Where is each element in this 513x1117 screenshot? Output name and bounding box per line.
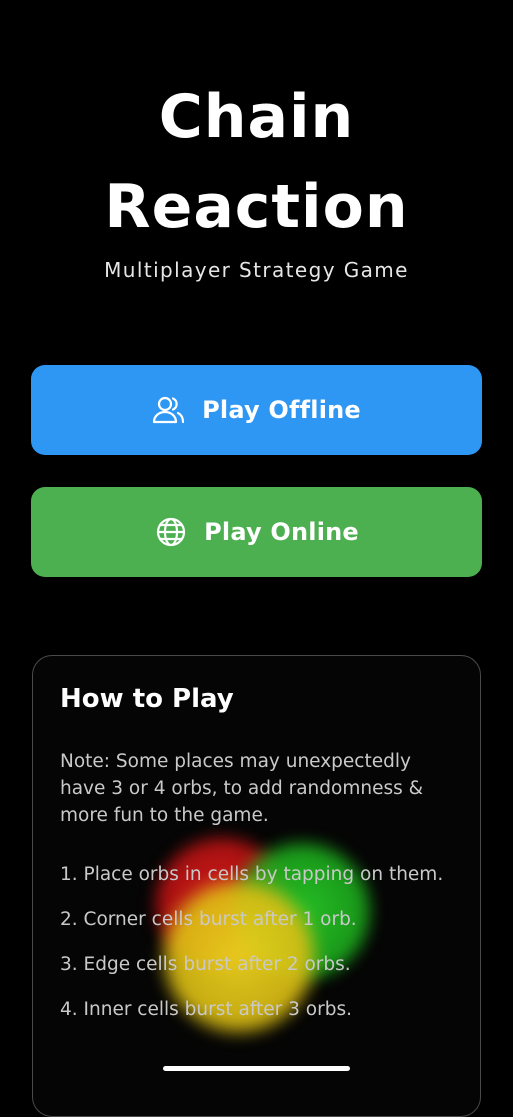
play-online-label: Play Online <box>204 518 359 546</box>
play-offline-label: Play Offline <box>202 396 361 424</box>
how-to-play-text: Note: Some places may unexpectedly have … <box>60 748 460 1041</box>
title-line-1: Chain <box>158 82 355 152</box>
globe-icon <box>154 515 188 549</box>
note-text: Note: Some places may unexpectedly have … <box>60 751 424 826</box>
users-icon <box>152 393 186 427</box>
play-offline-button[interactable]: Play Offline <box>31 365 482 455</box>
step-2: 2. Corner cells burst after 1 orb. <box>60 909 357 930</box>
app-title: Chain Reaction <box>0 72 513 252</box>
how-to-play-title: How to Play <box>60 684 234 714</box>
subtitle: Multiplayer Strategy Game <box>104 258 409 282</box>
step-4: 4. Inner cells burst after 3 orbs. <box>60 999 352 1020</box>
title-line-2: Reaction <box>104 172 409 242</box>
how-to-play-card: How to Play Note: Some places may unexpe… <box>32 655 481 1117</box>
home-indicator[interactable] <box>163 1066 350 1071</box>
step-1: 1. Place orbs in cells by tapping on the… <box>60 864 444 885</box>
play-online-button[interactable]: Play Online <box>31 487 482 577</box>
step-3: 3. Edge cells burst after 2 orbs. <box>60 954 351 975</box>
